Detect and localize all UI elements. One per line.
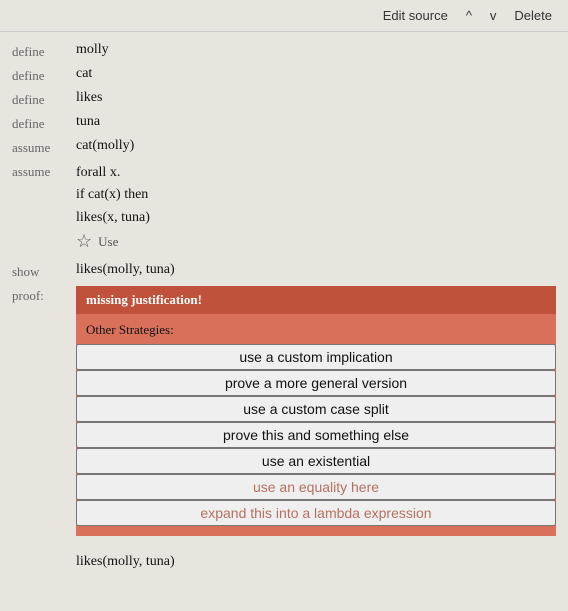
define-row-likes: define likes — [0, 88, 568, 112]
proof-label: proof: — [12, 286, 76, 304]
strategy-prove-something-else[interactable]: prove this and something else — [76, 422, 556, 448]
content-area: define molly define cat define likes def… — [0, 32, 568, 594]
assume-row-cat-molly: assume cat(molly) — [0, 136, 568, 160]
strategy-custom-implication[interactable]: use a custom implication — [76, 344, 556, 370]
assume-forall-line1: forall x. — [76, 162, 150, 184]
assume-expr-cat-molly: cat(molly) — [76, 138, 556, 154]
delete-button[interactable]: Delete — [510, 6, 556, 25]
define-expr-molly: molly — [76, 42, 556, 58]
strategy-general-version[interactable]: prove a more general version — [76, 370, 556, 396]
star-use-row: ☆ Use — [76, 231, 150, 252]
define-row-molly: define molly — [0, 40, 568, 64]
proof-panel: missing justification! Other Strategies:… — [76, 286, 556, 536]
star-icon[interactable]: ☆ — [76, 231, 92, 252]
strategy-lambda: expand this into a lambda expression — [76, 500, 556, 526]
strategy-existential[interactable]: use an existential — [76, 448, 556, 474]
move-up-button[interactable]: ^ — [462, 6, 476, 25]
assume-forall-header: assume forall x. if cat(x) then likes(x,… — [12, 162, 556, 252]
define-keyword: define — [12, 42, 76, 60]
assume-forall-block: assume forall x. if cat(x) then likes(x,… — [0, 160, 568, 254]
assume-body: forall x. if cat(x) then likes(x, tuna) … — [76, 162, 150, 252]
show-expr: likes(molly, tuna) — [76, 262, 556, 278]
show-row: show likes(molly, tuna) — [0, 260, 568, 284]
top-bar: Edit source ^ v Delete — [0, 0, 568, 32]
define-expr-likes: likes — [76, 90, 556, 106]
edit-source-button[interactable]: Edit source — [379, 6, 452, 25]
define-keyword: define — [12, 90, 76, 108]
bottom-expression: likes(molly, tuna) — [0, 538, 568, 574]
define-expr-tuna: tuna — [76, 114, 556, 130]
define-keyword: define — [12, 114, 76, 132]
define-keyword: define — [12, 66, 76, 84]
other-strategies-header: Other Strategies: — [76, 320, 556, 344]
proof-section: proof: missing justification! Other Stra… — [0, 284, 568, 538]
assume-forall-line3: likes(x, tuna) — [76, 207, 150, 229]
assume-keyword: assume — [12, 138, 76, 156]
strategy-equality: use an equality here — [76, 474, 556, 500]
show-keyword: show — [12, 262, 76, 280]
move-down-button[interactable]: v — [486, 6, 501, 25]
strategies-panel: Other Strategies: use a custom implicati… — [76, 314, 556, 536]
strategy-case-split[interactable]: use a custom case split — [76, 396, 556, 422]
define-expr-cat: cat — [76, 66, 556, 82]
missing-justification-banner: missing justification! — [76, 286, 556, 314]
assume-keyword-2: assume — [12, 162, 76, 180]
define-row-cat: define cat — [0, 64, 568, 88]
assume-forall-line2: if cat(x) then — [76, 184, 150, 206]
define-row-tuna: define tuna — [0, 112, 568, 136]
use-link[interactable]: Use — [98, 234, 118, 250]
